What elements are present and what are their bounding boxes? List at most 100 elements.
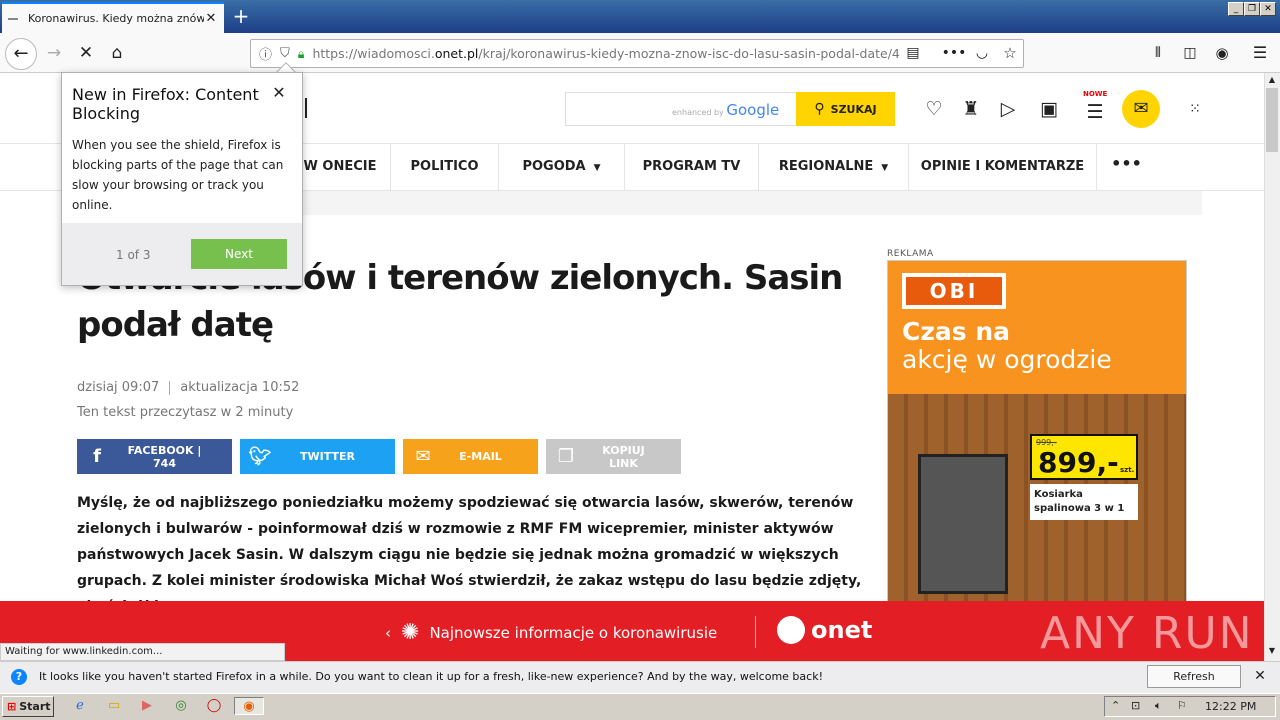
url-path: /kraj/koronawirus-kiedy-mozna-znow-isc-d…: [478, 46, 900, 61]
copy-icon: ❐: [557, 446, 575, 467]
onet-dot-icon: [777, 616, 805, 644]
nav-item-politico[interactable]: POLITICO: [390, 143, 498, 191]
facebook-share-button[interactable]: f FACEBOOK | 744: [77, 439, 232, 474]
pocket-icon[interactable]: ◡: [968, 41, 996, 65]
restore-icon[interactable]: ❐: [1244, 2, 1260, 16]
scroll-down-icon[interactable]: ▼: [1266, 646, 1278, 658]
twitter-icon: 🐦︎: [248, 446, 272, 467]
url-domain: onet.pl: [434, 46, 479, 61]
article-date: dzisiaj 09:07: [77, 380, 160, 395]
firefox-taskbar-icon[interactable]: ◉: [234, 697, 264, 715]
onet-logo[interactable]: onet: [777, 616, 872, 644]
popup-body: When you see the shield, Firefox is bloc…: [72, 138, 284, 212]
status-text: Waiting for www.linkedin.com...: [0, 643, 285, 661]
onet-label: onet: [811, 616, 873, 644]
mail-icon[interactable]: ✉: [1122, 90, 1160, 128]
ad-price-tag: 999,- 899,- szt.: [1030, 434, 1138, 480]
twitter-share-button[interactable]: 🐦︎ TWITTER: [240, 439, 395, 474]
ad-label: REKLAMA: [887, 249, 934, 259]
meta-divider: [169, 380, 171, 395]
stop-icon[interactable]: ✕: [72, 41, 100, 65]
back-button[interactable]: ←: [5, 38, 37, 70]
new-tab-button[interactable]: +: [230, 4, 252, 28]
horoscope-icon[interactable]: ♜: [958, 96, 984, 122]
folder-icon[interactable]: ▭: [104, 697, 124, 715]
google-label: Google: [726, 101, 780, 119]
scroll-up-icon[interactable]: ▲: [1266, 75, 1278, 87]
menu-icon[interactable]: ☰: [1246, 41, 1274, 65]
volume-icon[interactable]: 🔈︎: [1155, 699, 1162, 713]
loading-favicon-icon: [8, 17, 18, 20]
copy-link-button[interactable]: ❐ KOPIUJ LINK: [546, 439, 681, 474]
forward-button[interactable]: →: [40, 41, 68, 65]
flag-icon[interactable]: ⚐: [1177, 699, 1187, 712]
network-icon[interactable]: ⊡: [1131, 699, 1140, 712]
popup-close-icon[interactable]: ✕: [271, 85, 287, 101]
nav-item-regionalne[interactable]: REGIONALNE ▼: [758, 143, 908, 191]
tray-expand-icon[interactable]: ⌃: [1111, 699, 1120, 712]
opera-icon[interactable]: ◯: [204, 697, 224, 715]
chrome-icon[interactable]: ◎: [171, 697, 191, 715]
shield-icon[interactable]: ⛉: [280, 46, 290, 61]
start-label: Start: [19, 700, 51, 713]
copy-link-label: KOPIUJ LINK: [602, 443, 645, 470]
anyrun-watermark: ANY RUN: [1040, 608, 1254, 659]
scroll-thumb[interactable]: [1266, 88, 1278, 152]
caret-down-icon: ▼: [881, 163, 889, 173]
chevron-left-icon[interactable]: ‹: [385, 624, 391, 642]
nav-item-opinie[interactable]: OPINIE I KOMENTARZE: [908, 143, 1096, 191]
browser-tab[interactable]: Koronawirus. Kiedy można znów iść ✕: [2, 2, 224, 33]
play-icon[interactable]: ▷: [995, 96, 1021, 122]
newspaper-icon[interactable]: ☰: [1082, 99, 1108, 125]
clock: 12:22 PM: [1205, 700, 1257, 713]
library-icon[interactable]: ⫴: [1144, 41, 1172, 65]
lawnmower-image: [918, 454, 1008, 594]
media-player-icon[interactable]: ▶: [137, 697, 157, 715]
taskbar: [0, 693, 1280, 720]
nav-item-program-tv[interactable]: PROGRAM TV: [624, 143, 758, 191]
nav-item-label: W ONECIE: [303, 159, 377, 174]
account-icon[interactable]: ◉: [1208, 41, 1236, 65]
reader-view-icon[interactable]: ▤: [899, 41, 927, 65]
tab-close-icon[interactable]: ✕: [204, 11, 218, 26]
corona-banner-text[interactable]: ‹ ✺ Najnowsze informacje o koronawirusie: [385, 620, 717, 645]
nav-item-w-onecie[interactable]: W ONECIE: [290, 143, 390, 191]
obi-advert[interactable]: OBI Czas na akcję w ogrodzie 999,- 899,-…: [887, 260, 1187, 605]
envelope-icon: ✉: [415, 446, 431, 467]
nav-item-label: POGODA: [522, 159, 586, 174]
minimize-icon[interactable]: _: [1228, 2, 1244, 16]
ad-headline-1: Czas na: [902, 317, 1011, 346]
bookmark-star-icon[interactable]: ☆: [996, 41, 1024, 65]
page-actions-icon[interactable]: •••: [940, 41, 968, 65]
notification-text: It looks like you haven't started Firefo…: [39, 670, 823, 683]
ad-price: 899,-: [1038, 446, 1119, 479]
window-close-icon[interactable]: ✕: [1260, 2, 1276, 16]
ad-price-unit: szt.: [1120, 466, 1135, 474]
nav-more-icon[interactable]: •••: [1096, 143, 1156, 191]
heart-icon[interactable]: ♡: [921, 96, 947, 122]
nav-item-pogoda[interactable]: POGODA ▼: [498, 143, 624, 191]
popup-next-button[interactable]: Next: [191, 239, 287, 269]
notification-close-icon[interactable]: ✕: [1252, 668, 1268, 684]
lock-icon[interactable]: 🔒︎: [298, 46, 305, 62]
article-updated: aktualizacja 10:52: [180, 380, 300, 395]
virus-icon: ✺: [401, 620, 420, 645]
twitter-label: TWITTER: [300, 450, 355, 463]
home-icon[interactable]: ⌂: [103, 41, 131, 65]
apps-grid-icon[interactable]: ⁙: [1182, 96, 1208, 122]
page-scrollbar[interactable]: [1264, 73, 1280, 661]
id-card-icon[interactable]: ▣: [1036, 96, 1062, 122]
email-label: E-MAIL: [459, 450, 502, 463]
popup-step: 1 of 3: [116, 248, 151, 262]
banner-label: Najnowsze informacje o koronawirusie: [429, 623, 718, 642]
search-button[interactable]: ⚲ SZUKAJ: [796, 92, 895, 126]
nav-item-label: POLITICO: [410, 159, 479, 174]
email-share-button[interactable]: ✉ E-MAIL: [403, 439, 538, 474]
ie-icon[interactable]: ℯ: [70, 697, 90, 715]
ad-product-name: Kosiarka spalinowa 3 w 1: [1030, 484, 1138, 520]
start-button[interactable]: ⊞ Start: [2, 696, 54, 717]
sidebar-icon[interactable]: ◫: [1176, 41, 1204, 65]
refresh-firefox-button[interactable]: Refresh Firefox…: [1147, 665, 1241, 704]
info-icon[interactable]: ⓘ: [259, 44, 272, 63]
popup-title: New in Firefox: Content Blocking: [72, 85, 259, 123]
